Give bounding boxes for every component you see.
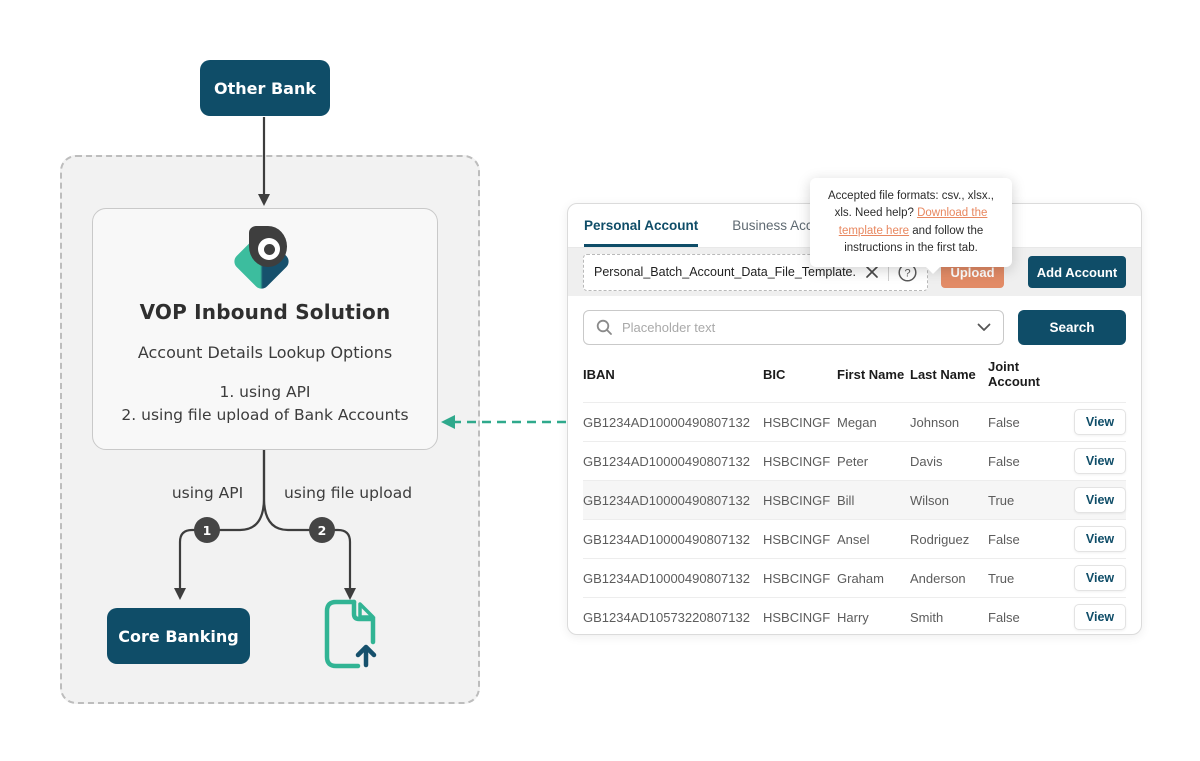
column-header-first-name: First Name xyxy=(837,367,910,382)
svg-text:?: ? xyxy=(904,267,910,279)
cell-iban: GB1234AD10000490807132 xyxy=(583,493,763,508)
search-input[interactable]: Placeholder text xyxy=(583,310,1004,345)
cell-last-name: Smith xyxy=(910,610,988,625)
search-button[interactable]: Search xyxy=(1018,310,1126,345)
table-body: GB1234AD10000490807132 HSBCINGF Megan Jo… xyxy=(583,402,1126,635)
view-button[interactable]: View xyxy=(1074,565,1126,591)
vop-b-diamond-logo-icon xyxy=(233,226,297,290)
cell-iban: GB1234AD10000490807132 xyxy=(583,532,763,547)
branch-label-file-upload: using file upload xyxy=(268,484,428,502)
table-header-row: IBAN BIC First Name Last Name Joint Acco… xyxy=(583,347,1126,402)
cell-joint-account: False xyxy=(988,454,1070,469)
logo-b-dot xyxy=(264,244,275,255)
search-row: Placeholder text Search xyxy=(583,310,1126,345)
cell-bic: HSBCINGF xyxy=(763,415,837,430)
other-bank-node: Other Bank xyxy=(200,60,330,116)
solution-title: VOP Inbound Solution xyxy=(93,300,437,324)
cell-last-name: Wilson xyxy=(910,493,988,508)
cell-joint-account: True xyxy=(988,571,1070,586)
column-header-iban: IBAN xyxy=(583,367,763,382)
other-bank-label: Other Bank xyxy=(214,79,316,98)
cell-first-name: Ansel xyxy=(837,532,910,547)
core-banking-label: Core Banking xyxy=(118,627,238,646)
cell-bic: HSBCINGF xyxy=(763,610,837,625)
table-row: GB1234AD10000490807132 HSBCINGF Bill Wil… xyxy=(583,480,1126,519)
search-placeholder: Placeholder text xyxy=(622,320,968,335)
cell-iban: GB1234AD10573220807132 xyxy=(583,610,763,625)
uploaded-filename: Personal_Batch_Account_Data_File_Templat… xyxy=(594,265,856,279)
table-row: GB1234AD10573220807132 HSBCINGF Harry Sm… xyxy=(583,597,1126,635)
cell-last-name: Johnson xyxy=(910,415,988,430)
cell-first-name: Peter xyxy=(837,454,910,469)
branch-number-1: 1 xyxy=(194,517,220,543)
cell-last-name: Anderson xyxy=(910,571,988,586)
file-upload-icon xyxy=(322,598,378,670)
table-row: GB1234AD10000490807132 HSBCINGF Ansel Ro… xyxy=(583,519,1126,558)
cell-first-name: Bill xyxy=(837,493,910,508)
cell-last-name: Davis xyxy=(910,454,988,469)
view-button[interactable]: View xyxy=(1074,487,1126,513)
view-button[interactable]: View xyxy=(1074,448,1126,474)
chevron-down-icon[interactable] xyxy=(977,323,991,332)
page-canvas: Other Bank VOP Inbound Solution Account … xyxy=(0,0,1200,761)
cell-iban: GB1234AD10000490807132 xyxy=(583,571,763,586)
solution-option-2: 2. using file upload of Bank Accounts xyxy=(93,406,437,424)
cell-joint-account: False xyxy=(988,532,1070,547)
cell-iban: GB1234AD10000490807132 xyxy=(583,415,763,430)
view-button[interactable]: View xyxy=(1074,409,1126,435)
accounts-table: IBAN BIC First Name Last Name Joint Acco… xyxy=(583,347,1126,635)
cell-bic: HSBCINGF xyxy=(763,493,837,508)
help-tooltip: Accepted file formats: csv., xlsx., xls.… xyxy=(810,178,1012,267)
column-header-joint-account: Joint Account xyxy=(988,359,1070,389)
cell-first-name: Graham xyxy=(837,571,910,586)
view-button[interactable]: View xyxy=(1074,604,1126,630)
x-icon[interactable] xyxy=(865,265,879,279)
cell-joint-account: False xyxy=(988,610,1070,625)
column-header-last-name: Last Name xyxy=(910,367,988,382)
table-row: GB1234AD10000490807132 HSBCINGF Peter Da… xyxy=(583,441,1126,480)
branch-number-2: 2 xyxy=(309,517,335,543)
solution-option-1: 1. using API xyxy=(93,383,437,401)
core-banking-node: Core Banking xyxy=(107,608,250,664)
vop-inbound-solution-node: VOP Inbound Solution Account Details Loo… xyxy=(92,208,438,450)
table-row: GB1234AD10000490807132 HSBCINGF Megan Jo… xyxy=(583,402,1126,441)
search-icon xyxy=(596,319,613,336)
cell-first-name: Harry xyxy=(837,610,910,625)
accounts-panel: Personal Account Business Account Person… xyxy=(567,203,1142,635)
branch-label-api: using API xyxy=(140,484,275,502)
cell-last-name: Rodriguez xyxy=(910,532,988,547)
add-account-button[interactable]: Add Account xyxy=(1028,256,1126,288)
cell-joint-account: True xyxy=(988,493,1070,508)
tab-personal-account[interactable]: Personal Account xyxy=(584,204,698,247)
cell-iban: GB1234AD10000490807132 xyxy=(583,454,763,469)
column-header-bic: BIC xyxy=(763,367,837,382)
cell-first-name: Megan xyxy=(837,415,910,430)
cell-bic: HSBCINGF xyxy=(763,571,837,586)
cell-joint-account: False xyxy=(988,415,1070,430)
cell-bic: HSBCINGF xyxy=(763,532,837,547)
solution-subtitle: Account Details Lookup Options xyxy=(93,343,437,362)
cell-bic: HSBCINGF xyxy=(763,454,837,469)
table-row: GB1234AD10000490807132 HSBCINGF Graham A… xyxy=(583,558,1126,597)
view-button[interactable]: View xyxy=(1074,526,1126,552)
